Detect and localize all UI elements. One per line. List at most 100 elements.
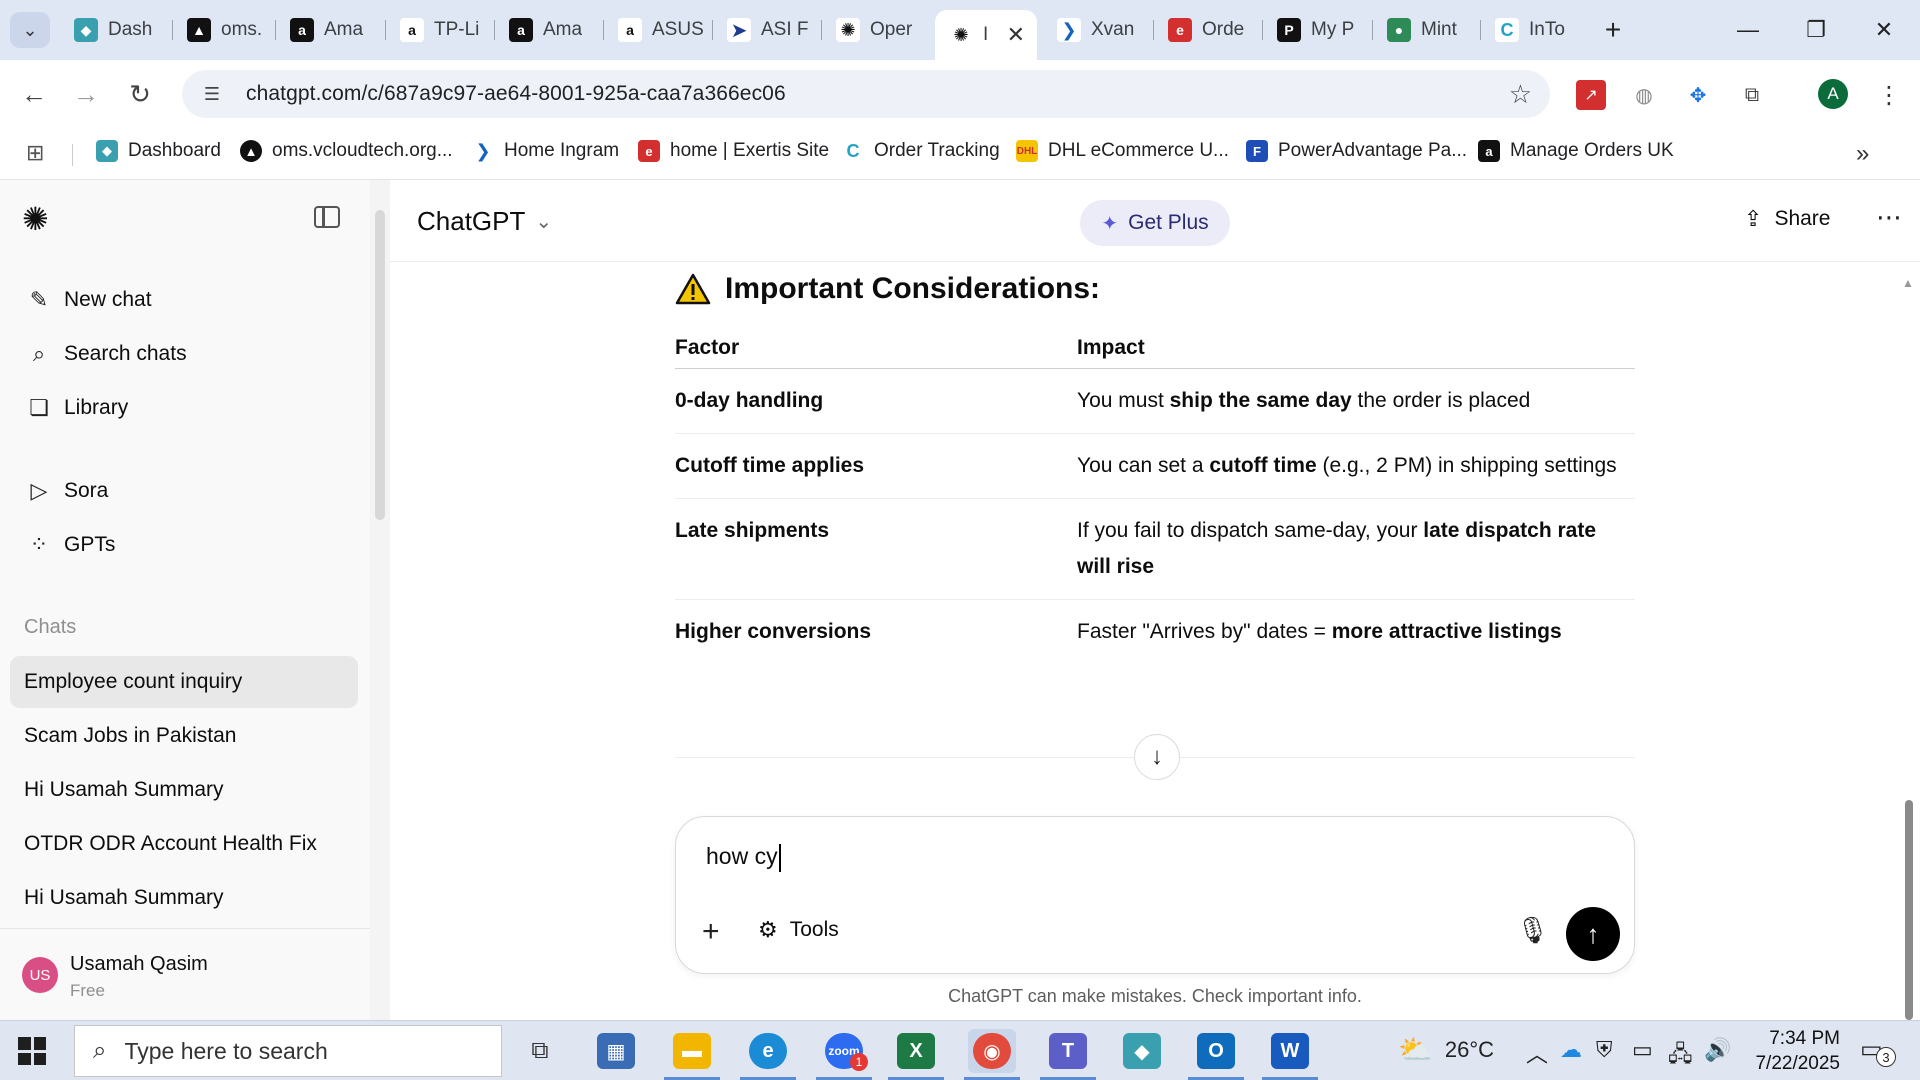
dictate-button[interactable]: 🎙 <box>1516 915 1549 946</box>
chat-history-item[interactable]: Hi Usamah Summary <box>10 764 358 816</box>
sidebar-item-library[interactable]: ❏ Library <box>10 386 358 430</box>
word-app-icon[interactable]: W <box>1266 1029 1314 1073</box>
network-icon[interactable]: 🖧 <box>1668 1037 1693 1075</box>
address-bar[interactable]: ☰ chatgpt.com/c/687a9c97-ae64-8001-925a-… <box>182 70 1550 118</box>
system-clock[interactable]: 7:34 PM 7/22/2025 <box>1730 1026 1840 1076</box>
browser-tab[interactable]: ● Mint <box>1373 10 1483 50</box>
new-tab-button[interactable]: + <box>1593 12 1633 48</box>
extensions-puzzle-icon[interactable]: ⧉ <box>1737 80 1767 110</box>
minimize-button[interactable]: — <box>1728 12 1768 48</box>
sidebar-item-search-chats[interactable]: ⌕ Search chats <box>10 332 358 376</box>
sidebar-scrollbar[interactable] <box>370 180 390 1020</box>
browser-tab[interactable]: ◆ Dash <box>60 10 170 50</box>
close-tab-icon[interactable]: ✕ <box>1007 22 1025 48</box>
bookmark-item[interactable]: a Manage Orders UK <box>1478 140 1674 162</box>
teams-app-icon[interactable]: T <box>1044 1029 1092 1073</box>
browser-tab-active[interactable]: ✺ I ✕ <box>935 10 1037 60</box>
bookmark-item[interactable]: ◆ Dashboard <box>96 140 221 162</box>
tools-button[interactable]: ⚙ Tools <box>758 917 839 943</box>
scroll-up-arrow-icon[interactable]: ▲ <box>1902 276 1914 290</box>
calculator-app-icon[interactable]: ▦ <box>592 1029 640 1073</box>
bookmark-item[interactable]: DHL DHL eCommerce U... <box>1016 140 1229 162</box>
plus-icon: + <box>702 915 720 948</box>
share-button[interactable]: ⇪ Share <box>1744 206 1830 232</box>
sidebar-item-gpts[interactable]: ⁘ GPTs <box>10 523 358 567</box>
vpn-extension-icon[interactable]: ✥ <box>1683 80 1713 110</box>
bookmark-item[interactable]: ❯ Home Ingram <box>472 140 619 162</box>
security-tray-icon[interactable]: ⛨ <box>1596 1037 1613 1063</box>
page-scrollbar[interactable]: ▲ <box>1898 276 1920 1020</box>
send-button[interactable]: ↑ <box>1566 907 1620 961</box>
windows-start-icon[interactable] <box>18 1037 46 1065</box>
bookmark-item[interactable]: e home | Exertis Site <box>638 140 829 162</box>
share-icon: ⇪ <box>1744 206 1763 231</box>
page-scrollbar-thumb[interactable] <box>1905 800 1913 1020</box>
bookmarks-bar: ⊞ ◆ Dashboard ▲ oms.vcloudtech.org... ❯ Hom… <box>0 128 1920 180</box>
browser-tab[interactable]: a TP-Li <box>386 10 496 50</box>
outlook-app-icon[interactable]: O <box>1192 1029 1240 1073</box>
chat-history-item[interactable]: Employee count inquiry <box>10 656 358 708</box>
sidebar-scrollbar-thumb[interactable] <box>375 210 385 520</box>
browser-tab[interactable]: ❯ Xvan <box>1043 10 1153 50</box>
bookmark-item[interactable]: F PowerAdvantage Pa... <box>1246 140 1467 162</box>
notifications-icon[interactable]: ▭ 3 <box>1860 1035 1896 1067</box>
browser-tab[interactable]: P My P <box>1263 10 1373 50</box>
browser-tab[interactable]: a Ama <box>276 10 386 50</box>
chat-history-item[interactable]: OTDR ODR Account Health Fix <box>10 818 358 870</box>
user-name: Usamah Qasim <box>70 953 208 975</box>
battery-icon[interactable]: ▭ <box>1632 1037 1653 1063</box>
chrome-app-icon[interactable]: ◉ <box>968 1029 1016 1073</box>
bookmark-star-icon[interactable]: ☆ <box>1509 79 1532 110</box>
pdf-extension-icon[interactable]: ↗ <box>1576 80 1606 110</box>
edge-app-icon[interactable]: e <box>744 1029 792 1073</box>
get-plus-button[interactable]: ✦ Get Plus <box>1080 200 1230 246</box>
chat-history-item[interactable]: Hi Usamah Summary <box>10 872 358 924</box>
sidebar-toggle-icon[interactable] <box>314 206 340 228</box>
bookmark-item[interactable]: C Order Tracking <box>842 140 1000 162</box>
sidebar-item-new-chat[interactable]: ✎ New chat <box>10 278 358 322</box>
chevron-down-icon: ⌄ <box>535 211 553 233</box>
reload-button[interactable]: ↻ <box>120 74 160 114</box>
globe-extension-icon[interactable]: ◍ <box>1629 80 1659 110</box>
prompt-input[interactable]: how cy <box>706 843 1586 872</box>
user-account-panel[interactable]: US Usamah Qasim Free <box>0 928 370 1020</box>
browser-tab[interactable]: a ASUS <box>604 10 714 50</box>
weather-widget[interactable]: ⛅ 26°C <box>1398 1033 1494 1066</box>
table-row: 0-day handling You must ship the same da… <box>675 368 1635 434</box>
more-bookmarks-icon[interactable]: » <box>1856 140 1869 168</box>
sidebar-item-sora[interactable]: ▷ Sora <box>10 469 358 513</box>
browser-tab[interactable]: ➤ ASI F <box>713 10 823 50</box>
forward-button[interactable]: → <box>66 74 106 114</box>
file-explorer-app-icon[interactable]: ▬ <box>668 1029 716 1073</box>
chat-history-item[interactable]: Scam Jobs in Pakistan <box>10 710 358 762</box>
minimize-icon: — <box>1737 17 1759 42</box>
browser-menu-icon[interactable]: ⋮ <box>1874 80 1904 110</box>
close-window-button[interactable]: ✕ <box>1864 12 1904 48</box>
browser-tab[interactable]: ✺ Oper <box>822 10 932 50</box>
add-attachment-button[interactable]: + <box>702 915 720 949</box>
more-options-icon[interactable]: ⋯ <box>1876 202 1903 233</box>
model-selector[interactable]: ChatGPT ⌄ <box>417 206 552 237</box>
browser-tab[interactable]: a Ama <box>495 10 605 50</box>
openai-logo-icon[interactable]: ✺ <box>22 202 56 236</box>
volume-icon[interactable]: 🔊 <box>1704 1037 1731 1063</box>
browser-tab[interactable]: C InTo <box>1481 10 1591 50</box>
scroll-to-bottom-button[interactable]: ↓ <box>1134 734 1180 780</box>
bookmark-item[interactable]: ▲ oms.vcloudtech.org... <box>240 140 453 162</box>
tab-search-button[interactable]: ⌄ <box>10 12 50 48</box>
restore-button[interactable]: ❐ <box>1796 12 1836 48</box>
apps-grid-icon[interactable]: ⊞ <box>26 140 44 166</box>
profile-avatar[interactable]: A <box>1818 79 1848 109</box>
zoom-app-icon[interactable]: zoom 1 <box>820 1029 868 1073</box>
onedrive-icon[interactable]: ☁ <box>1560 1037 1582 1063</box>
arrow-down-icon: ↓ <box>1151 743 1163 770</box>
excel-app-icon[interactable]: X <box>892 1029 940 1073</box>
vpn-app-icon[interactable]: ◆ <box>1118 1029 1166 1073</box>
show-hidden-icons-chevron-icon[interactable]: ︿ <box>1526 1037 1548 1069</box>
site-info-icon[interactable]: ☰ <box>196 78 228 110</box>
browser-tab[interactable]: e Orde <box>1154 10 1264 50</box>
back-button[interactable]: ← <box>14 74 54 114</box>
task-view-icon[interactable]: ⧉ <box>516 1029 564 1073</box>
taskbar-search-box[interactable]: ⌕ Type here to search <box>74 1025 502 1077</box>
browser-tab[interactable]: ▲ oms. <box>173 10 283 50</box>
